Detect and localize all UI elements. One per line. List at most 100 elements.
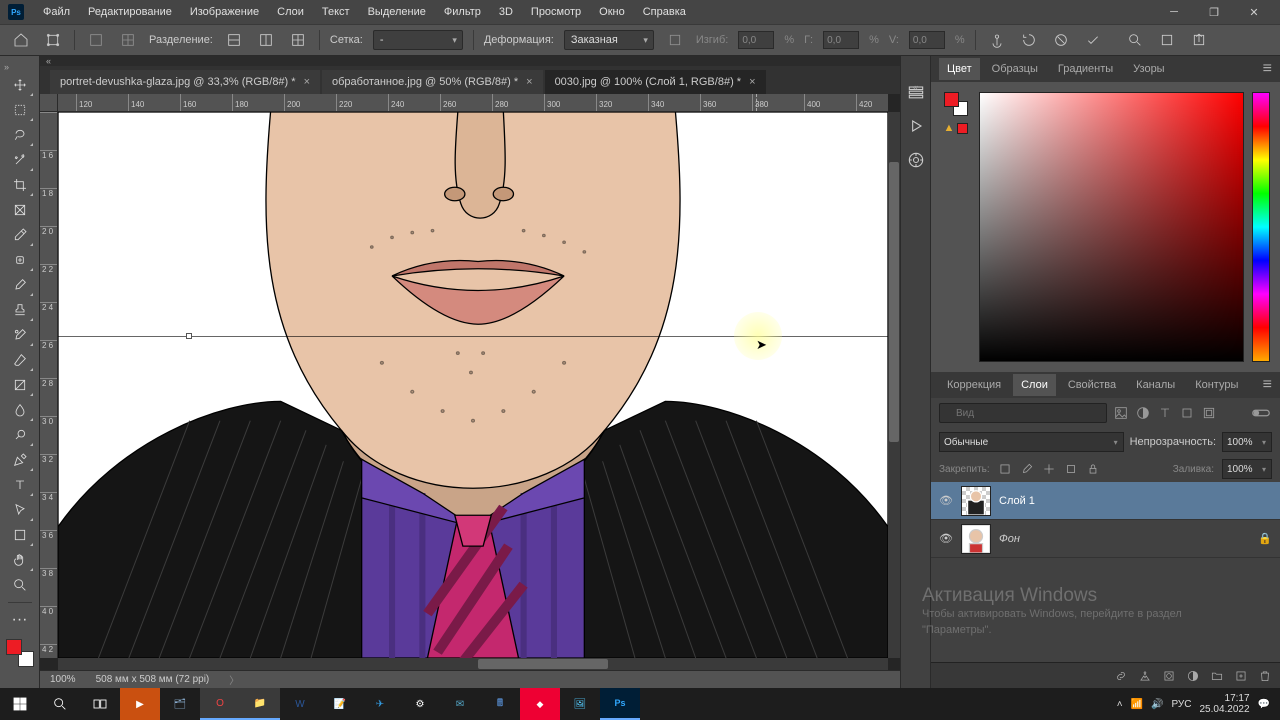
taskbar-app-photos[interactable]: 🖼 (560, 688, 600, 720)
tab-properties[interactable]: Свойства (1060, 374, 1124, 396)
new-layer-icon[interactable] (1234, 669, 1248, 683)
move-tool[interactable] (6, 73, 34, 97)
filter-type-icon[interactable] (1157, 405, 1173, 421)
split-cross-icon[interactable] (117, 29, 139, 51)
home-icon[interactable] (10, 29, 32, 51)
visibility-toggle-icon[interactable]: 👁 (939, 494, 953, 507)
close-tab-icon[interactable]: × (749, 76, 755, 88)
commit-icon[interactable] (1082, 29, 1104, 51)
ruler-horizontal[interactable]: 1201401601802002202402602803003203403603… (58, 94, 888, 112)
heal-tool[interactable] (6, 248, 34, 272)
actions-panel-icon[interactable] (906, 116, 926, 136)
canvas[interactable]: ➤ (58, 112, 888, 658)
taskbar-clock[interactable]: 17:17 25.04.2022 (1199, 693, 1249, 715)
taskbar-app-settings[interactable]: ⚙ (400, 688, 440, 720)
menu-3d[interactable]: 3D (492, 2, 520, 22)
tab-adjustments[interactable]: Коррекция (939, 374, 1009, 396)
taskbar-app-word[interactable]: W (280, 688, 320, 720)
scrollbar-horizontal[interactable] (58, 658, 888, 670)
tray-language[interactable]: РУС (1171, 699, 1191, 710)
system-tray[interactable]: ˄ 📶 🔊 РУС 17:17 25.04.2022 💬 (1107, 693, 1280, 715)
tab-patterns[interactable]: Узоры (1125, 58, 1172, 80)
tab-channels[interactable]: Каналы (1128, 374, 1183, 396)
tray-volume-icon[interactable]: 🔊 (1151, 699, 1163, 710)
eraser-tool[interactable] (6, 348, 34, 372)
tab-gradients[interactable]: Градиенты (1050, 58, 1121, 80)
lock-position-icon[interactable] (1042, 462, 1056, 476)
split-mode-2-icon[interactable] (255, 29, 277, 51)
menu-filter[interactable]: Фильтр (437, 2, 488, 22)
document-tab-1[interactable]: обработанное.jpg @ 50% (RGB/8#) *× (322, 70, 543, 94)
hand-tool[interactable] (6, 548, 34, 572)
dodge-tool[interactable] (6, 423, 34, 447)
shape-tool[interactable] (6, 523, 34, 547)
menu-help[interactable]: Справка (636, 2, 693, 22)
crop-tool[interactable] (6, 173, 34, 197)
menu-view[interactable]: Просмотр (524, 2, 588, 22)
menu-window[interactable]: Окно (592, 2, 632, 22)
color-field[interactable] (979, 92, 1244, 362)
search-icon[interactable] (1124, 29, 1146, 51)
layer-row[interactable]: 👁 Слой 1 (931, 482, 1280, 520)
blend-mode-select[interactable]: Обычные (939, 432, 1124, 452)
layer-thumbnail[interactable] (961, 524, 991, 554)
gradient-tool[interactable] (6, 373, 34, 397)
warp-orientation-icon[interactable] (664, 29, 686, 51)
info-panel-icon[interactable] (906, 150, 926, 170)
fill-input[interactable]: 100% (1222, 459, 1272, 479)
stamp-tool[interactable] (6, 298, 34, 322)
filter-toggle-icon[interactable] (1250, 405, 1272, 421)
window-restore-button[interactable]: ❐ (1196, 0, 1232, 24)
layer-name[interactable]: Слой 1 (999, 495, 1035, 507)
notifications-icon[interactable]: 💬 (1258, 699, 1270, 710)
grid-select[interactable]: - (373, 30, 463, 50)
document-tab-2[interactable]: 0030.jpg @ 100% (Слой 1, RGB/8#) *× (545, 70, 766, 94)
wand-tool[interactable] (6, 148, 34, 172)
type-tool[interactable] (6, 473, 34, 497)
filter-shape-icon[interactable] (1179, 405, 1195, 421)
lock-pixels-icon[interactable] (998, 462, 1012, 476)
layer-search-input[interactable] (939, 403, 1107, 423)
edit-toolbar-icon[interactable]: ··· (6, 608, 34, 632)
taskbar-app-telegram[interactable]: ✈ (360, 688, 400, 720)
split-none-icon[interactable] (85, 29, 107, 51)
adjustment-layer-icon[interactable] (1186, 669, 1200, 683)
document-info[interactable]: 508 мм x 508 мм (72 ppi) (96, 674, 210, 685)
link-layers-icon[interactable] (1114, 669, 1128, 683)
delete-layer-icon[interactable] (1258, 669, 1272, 683)
start-button[interactable] (0, 688, 40, 720)
hue-slider[interactable] (1252, 92, 1270, 362)
history-brush-tool[interactable] (6, 323, 34, 347)
zoom-tool[interactable] (6, 573, 34, 597)
taskbar-search-icon[interactable] (40, 688, 80, 720)
task-view-icon[interactable] (80, 688, 120, 720)
brush-tool[interactable] (6, 273, 34, 297)
layer-row[interactable]: 👁 Фон 🔒 (931, 520, 1280, 558)
opacity-input[interactable]: 100% (1222, 432, 1272, 452)
share-icon[interactable] (1188, 29, 1210, 51)
taskbar-app-media[interactable]: ▶ (120, 688, 160, 720)
lock-artboard-icon[interactable] (1064, 462, 1078, 476)
reset-icon[interactable] (1018, 29, 1040, 51)
cancel-icon[interactable] (1050, 29, 1072, 51)
menu-layers[interactable]: Слои (270, 2, 311, 22)
frame-tool[interactable] (6, 198, 34, 222)
close-tab-icon[interactable]: × (526, 76, 532, 88)
split-mode-1-icon[interactable] (223, 29, 245, 51)
blur-tool[interactable] (6, 398, 34, 422)
warp-handle[interactable] (186, 333, 192, 339)
layer-style-icon[interactable] (1138, 669, 1152, 683)
document-tab-0[interactable]: portret-devushka-glaza.jpg @ 33,3% (RGB/… (50, 70, 320, 94)
menu-text[interactable]: Текст (315, 2, 357, 22)
group-icon[interactable] (1210, 669, 1224, 683)
menu-file[interactable]: Файл (36, 2, 77, 22)
tab-swatches[interactable]: Образцы (984, 58, 1046, 80)
tab-color[interactable]: Цвет (939, 58, 980, 80)
menu-image[interactable]: Изображение (183, 2, 266, 22)
window-minimize-button[interactable]: ─ (1156, 0, 1192, 24)
taskbar-app-explorer[interactable]: 📁 (240, 688, 280, 720)
warp-select[interactable]: Заказная (564, 30, 654, 50)
taskbar-app-anydesk[interactable]: ◆ (520, 688, 560, 720)
lock-all-icon[interactable] (1086, 462, 1100, 476)
panel-menu-icon[interactable]: ≡ (1263, 376, 1272, 394)
